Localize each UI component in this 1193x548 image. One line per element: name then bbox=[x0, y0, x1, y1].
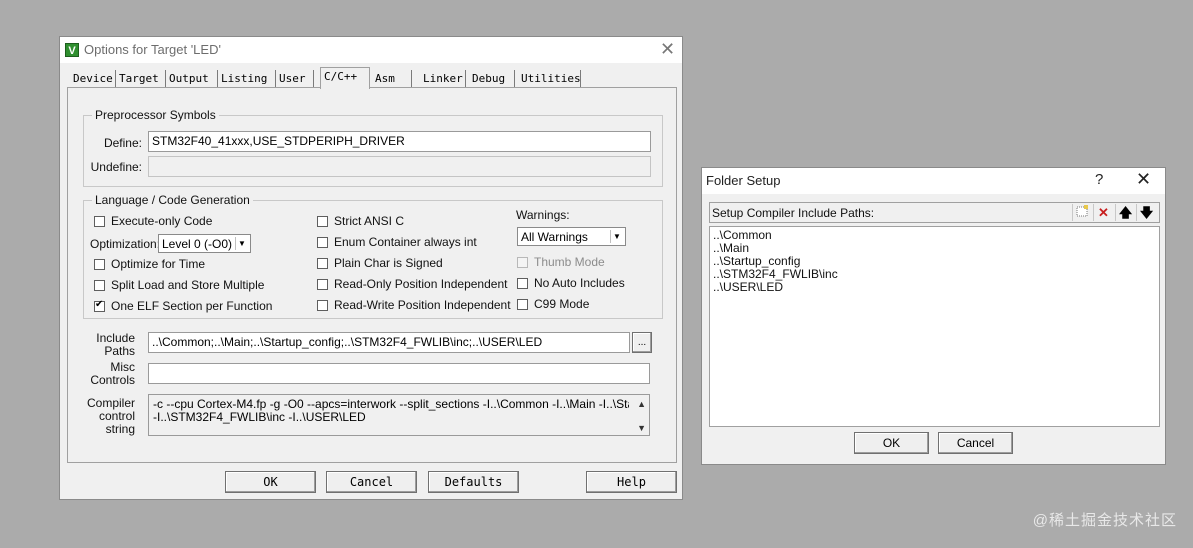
tab-listing[interactable]: Listing bbox=[218, 70, 276, 87]
plain-char-signed-checkbox[interactable] bbox=[317, 258, 328, 269]
list-item[interactable]: ..\USER\LED bbox=[713, 281, 1156, 294]
cancel-button[interactable]: Cancel bbox=[326, 471, 417, 493]
rw-position-independent-checkbox[interactable] bbox=[317, 300, 328, 311]
strict-ansi-checkbox[interactable] bbox=[317, 216, 328, 227]
tab-device[interactable]: Device bbox=[70, 70, 116, 87]
arrow-up-icon[interactable]: 🡅 bbox=[1115, 204, 1135, 221]
folder-cancel-button[interactable]: Cancel bbox=[938, 432, 1013, 454]
folder-setup-titlebar: Folder Setup ? ✕ bbox=[702, 168, 1165, 194]
language-group: Language / Code Generation Execute-only … bbox=[83, 193, 663, 319]
list-item[interactable]: ..\Common bbox=[713, 229, 1156, 242]
ro-position-independent-label: Read-Only Position Independent bbox=[334, 277, 508, 291]
options-dialog: V Options for Target 'LED' ✕ Device Targ… bbox=[59, 36, 683, 500]
browse-include-paths-button[interactable]: ... bbox=[632, 332, 652, 353]
misc-controls-label-line2: Controls bbox=[90, 373, 135, 387]
rw-position-independent-label: Read-Write Position Independent bbox=[334, 298, 511, 312]
warnings-label: Warnings: bbox=[516, 208, 570, 222]
enum-container-label: Enum Container always int bbox=[334, 235, 477, 249]
optimize-for-time-label: Optimize for Time bbox=[111, 257, 206, 271]
defaults-button[interactable]: Defaults bbox=[428, 471, 519, 493]
ok-button[interactable]: OK bbox=[225, 471, 316, 493]
execute-only-label: Execute-only Code bbox=[111, 214, 213, 228]
help-icon[interactable]: ? bbox=[1095, 171, 1103, 188]
tab-debug[interactable]: Debug bbox=[469, 70, 515, 87]
strict-ansi-label: Strict ANSI C bbox=[334, 214, 405, 228]
define-field[interactable]: STM32F40_41xxx,USE_STDPERIPH_DRIVER bbox=[148, 131, 651, 152]
include-paths-label: Include Paths bbox=[83, 332, 135, 358]
tab-asm[interactable]: Asm bbox=[372, 70, 412, 87]
include-paths-label-line2: Paths bbox=[104, 344, 135, 358]
thumb-mode-label: Thumb Mode bbox=[534, 255, 605, 269]
include-paths-header-label: Setup Compiler Include Paths: bbox=[712, 206, 875, 220]
no-auto-includes-label: No Auto Includes bbox=[534, 276, 625, 290]
undefine-label: Undefine: bbox=[90, 160, 142, 174]
one-elf-section-checkbox[interactable] bbox=[94, 299, 105, 312]
tab-utilities[interactable]: Utilities bbox=[518, 70, 581, 87]
thumb-mode-checkbox[interactable] bbox=[517, 257, 528, 268]
compiler-string-line2: -I..\STM32F4_FWLIB\inc -I..\USER\LED bbox=[153, 410, 366, 424]
tab-output[interactable]: Output bbox=[166, 70, 218, 87]
new-folder-icon[interactable] bbox=[1072, 204, 1092, 221]
one-elf-section-label: One ELF Section per Function bbox=[111, 299, 273, 313]
help-button[interactable]: Help bbox=[586, 471, 677, 493]
tab-c-cpp[interactable]: C/C++ bbox=[320, 67, 370, 89]
preprocessor-group: Preprocessor Symbols Define: STM32F40_41… bbox=[83, 108, 663, 187]
compiler-string-label: Compiler control string bbox=[83, 397, 135, 436]
chevron-down-icon: ▼ bbox=[235, 237, 248, 250]
delete-icon[interactable]: ✕ bbox=[1093, 204, 1113, 221]
folder-ok-button[interactable]: OK bbox=[854, 432, 929, 454]
folder-setup-dialog: Folder Setup ? ✕ Setup Compiler Include … bbox=[701, 167, 1166, 465]
scroll-down-icon[interactable]: ▼ bbox=[637, 422, 646, 435]
chevron-down-icon: ▼ bbox=[610, 230, 623, 243]
optimization-value: Level 0 (-O0) bbox=[162, 237, 233, 251]
close-icon[interactable]: ✕ bbox=[1136, 169, 1151, 190]
no-auto-includes-checkbox[interactable] bbox=[517, 278, 528, 289]
ro-position-independent-checkbox[interactable] bbox=[317, 279, 328, 290]
execute-only-checkbox[interactable] bbox=[94, 216, 105, 227]
define-label: Define: bbox=[103, 136, 142, 150]
tab-user[interactable]: User bbox=[276, 70, 314, 87]
include-paths-header: Setup Compiler Include Paths: ✕ 🡅 🡇 bbox=[709, 202, 1160, 223]
preprocessor-group-title: Preprocessor Symbols bbox=[92, 108, 219, 122]
warnings-select[interactable]: All Warnings ▼ bbox=[517, 227, 626, 246]
compiler-control-string[interactable]: -c --cpu Cortex-M4.fp -g -O0 --apcs=inte… bbox=[148, 394, 650, 436]
split-load-store-checkbox[interactable] bbox=[94, 280, 105, 291]
misc-controls-label: Misc Controls bbox=[83, 361, 135, 387]
folder-setup-title: Folder Setup bbox=[706, 173, 781, 188]
plain-char-signed-label: Plain Char is Signed bbox=[334, 256, 443, 270]
compiler-string-label-line3: string bbox=[105, 422, 135, 436]
options-title: Options for Target 'LED' bbox=[84, 42, 221, 57]
keil-uvision-icon: V bbox=[65, 43, 79, 57]
include-paths-list[interactable]: ..\Common ..\Main ..\Startup_config ..\S… bbox=[709, 226, 1160, 427]
misc-controls-field[interactable] bbox=[148, 363, 650, 384]
watermark: @稀土掘金技术社区 bbox=[1032, 512, 1177, 529]
optimization-label: Optimization: bbox=[90, 237, 161, 251]
close-icon[interactable]: ✕ bbox=[660, 39, 675, 60]
tab-target[interactable]: Target bbox=[116, 70, 166, 87]
tab-linker[interactable]: Linker bbox=[420, 70, 466, 87]
arrow-down-icon[interactable]: 🡇 bbox=[1136, 204, 1156, 221]
undefine-field[interactable] bbox=[148, 156, 651, 177]
include-paths-field[interactable]: ..\Common;..\Main;..\Startup_config;..\S… bbox=[148, 332, 630, 353]
c99-mode-checkbox[interactable] bbox=[517, 299, 528, 310]
split-load-store-label: Split Load and Store Multiple bbox=[111, 278, 265, 292]
optimization-select[interactable]: Level 0 (-O0) ▼ bbox=[158, 234, 251, 253]
optimize-for-time-checkbox[interactable] bbox=[94, 259, 105, 270]
options-titlebar: V Options for Target 'LED' ✕ bbox=[60, 37, 682, 63]
c99-mode-label: C99 Mode bbox=[534, 297, 590, 311]
enum-container-checkbox[interactable] bbox=[317, 237, 328, 248]
warnings-value: All Warnings bbox=[521, 230, 588, 244]
c-cpp-panel: Preprocessor Symbols Define: STM32F40_41… bbox=[67, 87, 677, 463]
language-group-title: Language / Code Generation bbox=[92, 193, 253, 207]
scroll-up-icon[interactable]: ▲ bbox=[637, 398, 646, 411]
